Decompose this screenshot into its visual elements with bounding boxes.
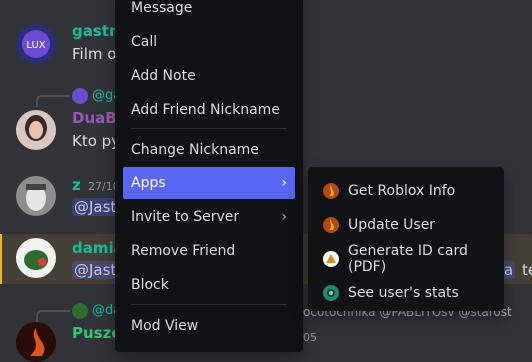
menu-item-label: Remove Friend [131, 243, 236, 259]
menu-item-call[interactable]: Call [123, 26, 295, 58]
menu-item-add-note[interactable]: Add Note [123, 60, 295, 92]
id-card-bot-icon [322, 250, 340, 268]
menu-item-label: Add Note [131, 68, 196, 84]
user-mention[interactable]: @Jast [72, 261, 119, 279]
message-text: Film o [72, 45, 117, 63]
message-text: Kto py [72, 132, 121, 150]
menu-item-invite-to-server[interactable]: Invite to Server › [123, 201, 295, 233]
menu-separator [131, 128, 287, 129]
menu-item-remove-friend[interactable]: Remove Friend [123, 235, 295, 267]
menu-item-message[interactable]: Message [123, 0, 295, 24]
submenu-item-update-user[interactable]: Update User [316, 209, 496, 241]
chevron-right-icon: › [281, 209, 287, 225]
menu-item-mod-view[interactable]: Mod View [123, 310, 295, 342]
menu-item-label: Apps [131, 175, 166, 191]
submenu-item-label: Generate ID card (PDF) [348, 243, 468, 275]
roblox-bot-icon [322, 182, 340, 200]
menu-item-label: Call [131, 34, 158, 50]
avatar[interactable] [16, 176, 56, 216]
menu-item-add-friend-nickname[interactable]: Add Friend Nickname [123, 94, 295, 126]
menu-item-label: Change Nickname [131, 142, 259, 158]
avatar[interactable] [16, 110, 56, 150]
avatar[interactable] [16, 322, 56, 362]
reply-avatar [72, 88, 88, 104]
menu-item-label: Invite to Server [131, 209, 240, 225]
menu-item-apps[interactable]: Apps › [123, 167, 295, 199]
message-timestamp: 05 [303, 331, 317, 344]
avatar[interactable] [16, 238, 56, 278]
chevron-right-icon: › [281, 175, 287, 191]
submenu-item-label: Get Roblox Info [348, 183, 456, 199]
stats-bot-icon [322, 284, 340, 302]
roblox-bot-icon [322, 216, 340, 234]
menu-item-label: Mod View [131, 318, 199, 334]
menu-separator [131, 304, 287, 305]
reply-avatar [72, 303, 88, 319]
submenu-item-label: Update User [348, 217, 436, 233]
submenu-item-see-user-stats[interactable]: See user's stats [316, 277, 496, 309]
avatar[interactable]: LUX [16, 24, 56, 64]
user-context-menu: Message Call Add Note Add Friend Nicknam… [115, 0, 303, 352]
message-text: te [522, 261, 532, 279]
menu-item-change-nickname[interactable]: Change Nickname [123, 134, 295, 166]
submenu-item-generate-id-card[interactable]: Generate ID card (PDF) [316, 243, 496, 275]
reply-connector [36, 310, 70, 322]
menu-item-label: Message [131, 0, 193, 16]
submenu-item-label: See user's stats [348, 285, 459, 301]
message-author[interactable]: z [72, 176, 81, 194]
svg-text:LUX: LUX [26, 40, 45, 51]
user-mention[interactable]: @Jast [72, 198, 119, 216]
reply-connector [36, 95, 70, 107]
menu-item-label: Block [131, 277, 169, 293]
menu-item-block[interactable]: Block [123, 269, 295, 301]
submenu-item-get-roblox-info[interactable]: Get Roblox Info [316, 175, 496, 207]
apps-submenu: Get Roblox Info Update User Generate ID … [308, 167, 504, 311]
menu-item-label: Add Friend Nickname [131, 102, 280, 118]
